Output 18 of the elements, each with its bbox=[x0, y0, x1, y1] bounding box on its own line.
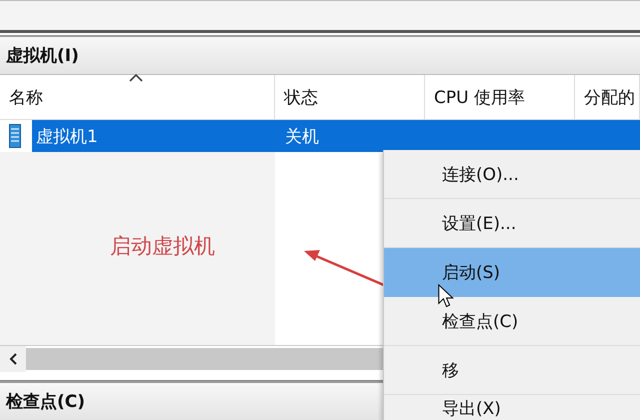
vm-state-cell-text: 关机 bbox=[285, 126, 320, 148]
menu-item[interactable]: 连接(O)... bbox=[384, 150, 640, 199]
column-header[interactable]: CPU 使用率 bbox=[425, 75, 575, 119]
column-header[interactable]: 状态 bbox=[275, 75, 425, 119]
menu-item[interactable]: 启动(S) bbox=[384, 248, 640, 297]
menu-item[interactable]: 移 bbox=[384, 346, 640, 395]
scroll-left-button[interactable] bbox=[0, 346, 26, 372]
cursor-icon bbox=[438, 284, 454, 308]
row-highlight[interactable] bbox=[32, 120, 640, 152]
vm-name-cell-text: 虚拟机1 bbox=[36, 126, 99, 148]
column-header[interactable]: 分配的 bbox=[575, 75, 640, 119]
section-title: 虚拟机(I) bbox=[6, 45, 79, 67]
column-header[interactable]: 名称 bbox=[0, 75, 275, 119]
annotation-text: 启动虚拟机 bbox=[110, 233, 215, 260]
menu-item[interactable]: 导出(X) bbox=[384, 395, 640, 420]
section-title: 检查点(C) bbox=[6, 391, 86, 413]
chevron-left-icon bbox=[8, 352, 18, 366]
server-icon bbox=[9, 124, 21, 148]
